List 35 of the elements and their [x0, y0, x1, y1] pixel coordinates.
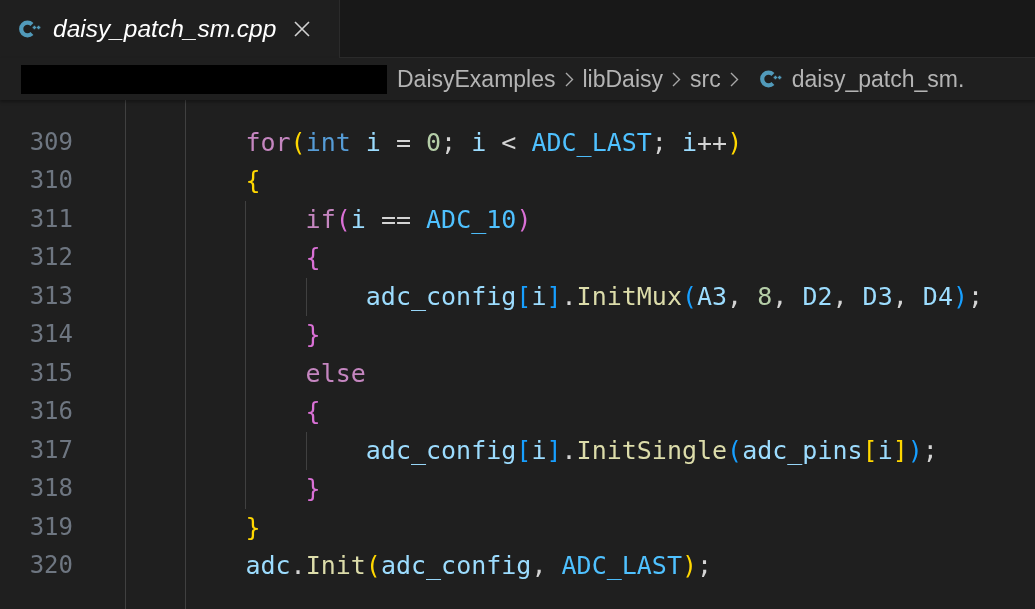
editor-tab[interactable]: daisy_patch_sm.cpp — [0, 0, 340, 58]
line-number: 310 — [29, 167, 73, 196]
code-line: { — [305, 397, 321, 428]
code-line: adc_config[i].InitMux(A3, 8, D2, D3, D4); — [365, 281, 984, 312]
chevron-right-icon — [564, 71, 574, 87]
line-number: 314 — [29, 321, 73, 350]
code-line: for(int i = 0; i < ADC_LAST; i++) — [245, 127, 743, 158]
line-number: 312 — [29, 244, 73, 273]
line-number: 313 — [29, 282, 73, 311]
code-line: } — [305, 474, 321, 505]
line-number: 309 — [29, 128, 73, 157]
line-number: 318 — [29, 475, 73, 504]
line-number: 315 — [29, 359, 73, 388]
breadcrumb-item[interactable]: src — [690, 67, 721, 91]
code-line: else — [305, 358, 366, 389]
line-number: 320 — [29, 552, 73, 581]
breadcrumb-item[interactable]: DaisyExamples — [397, 67, 556, 91]
breadcrumb-item[interactable]: daisy_patch_sm. — [759, 67, 965, 91]
chevron-right-icon — [729, 71, 739, 87]
code-line: } — [245, 512, 261, 543]
line-number: 316 — [29, 398, 73, 427]
code-line: } — [305, 320, 321, 351]
chevron-right-icon — [672, 71, 682, 87]
line-number: 319 — [29, 513, 73, 542]
line-number: 311 — [29, 205, 73, 234]
code-line: adc_config[i].InitSingle(adc_pins[i]); — [365, 435, 938, 466]
code-line: { — [245, 166, 261, 197]
code-line: { — [305, 243, 321, 274]
breadcrumb-item[interactable]: libDaisy — [582, 67, 664, 91]
code-line: adc.Init(adc_config, ADC_LAST); — [245, 551, 713, 582]
c-plus-plus-icon — [759, 70, 782, 88]
line-number: 317 — [29, 436, 73, 465]
close-icon[interactable] — [294, 21, 311, 37]
code-line: if(i == ADC_10) — [305, 204, 532, 235]
c-plus-plus-icon — [19, 20, 41, 38]
